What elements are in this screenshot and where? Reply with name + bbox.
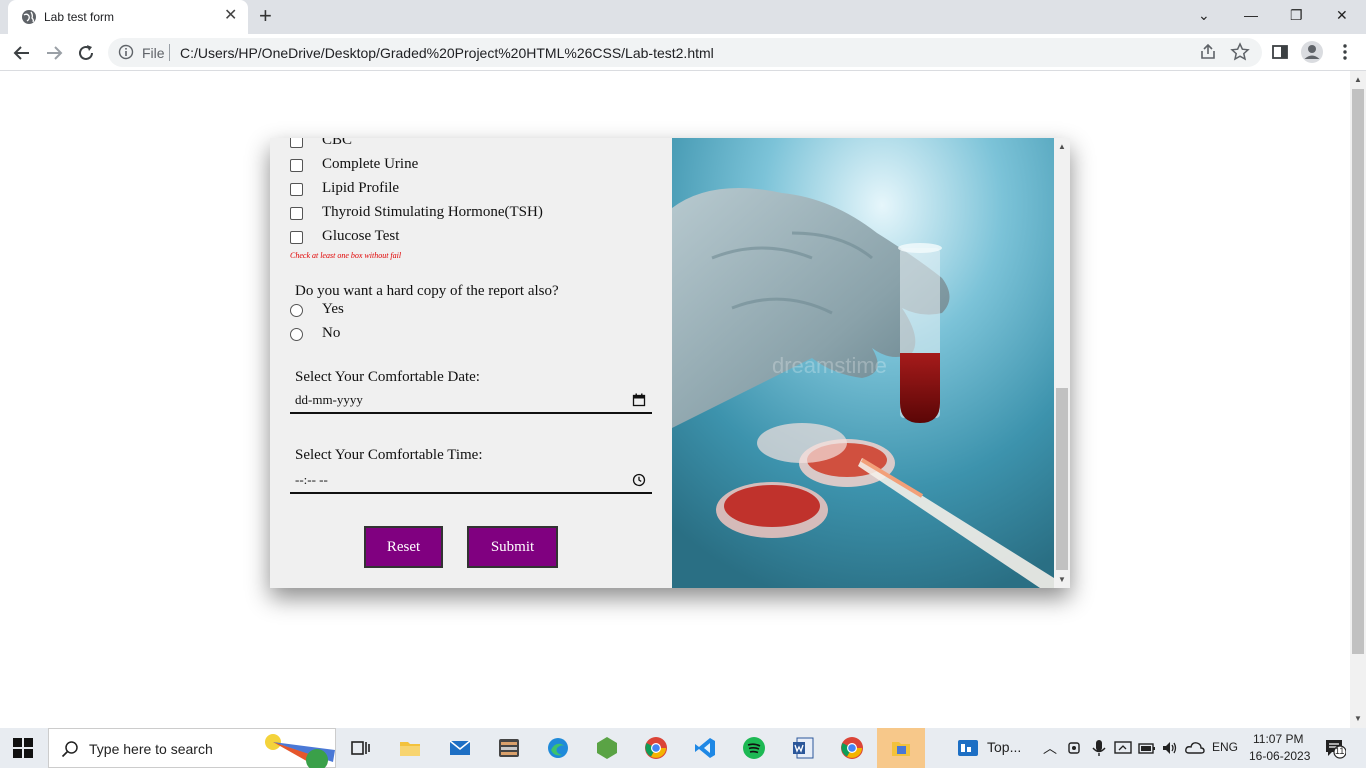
- taskbar-search-box[interactable]: Type here to search: [48, 728, 336, 768]
- form-pane: CBC Complete Urine Lipid Profile Thyroid…: [270, 138, 672, 588]
- scheme-label: File: [142, 45, 165, 61]
- chrome-icon[interactable]: [840, 736, 864, 760]
- checkbox[interactable]: [290, 207, 303, 220]
- watermark: dreamstime: [772, 353, 887, 378]
- bookmark-star-icon[interactable]: [1230, 42, 1250, 62]
- test-label: Lipid Profile: [322, 180, 400, 196]
- validation-warning: Check at least one box without fail: [290, 251, 402, 260]
- search-placeholder: Type here to search: [89, 741, 213, 757]
- lab-test-form-card: CBC Complete Urine Lipid Profile Thyroid…: [270, 138, 1070, 588]
- node-app-icon[interactable]: [595, 736, 619, 760]
- battery-icon[interactable]: [1138, 739, 1156, 757]
- edge-browser-icon[interactable]: [546, 736, 570, 760]
- page-scrollbar[interactable]: ▲ ▼: [1350, 71, 1366, 728]
- page-viewport: CBC Complete Urine Lipid Profile Thyroid…: [0, 71, 1350, 728]
- test-label: Glucose Test: [322, 228, 400, 244]
- checkbox[interactable]: [290, 231, 303, 244]
- time-input[interactable]: --:-- --: [290, 466, 652, 494]
- minimize-button[interactable]: —: [1244, 4, 1258, 26]
- date-input[interactable]: dd-mm-yyyy: [290, 386, 652, 414]
- chevron-up-icon[interactable]: ︿: [1043, 738, 1057, 758]
- browser-toolbar: File C:/Users/HP/OneDrive/Desktop/Graded…: [0, 34, 1366, 71]
- maximize-button[interactable]: ❐: [1290, 4, 1303, 26]
- info-icon[interactable]: [118, 44, 134, 60]
- radio-button[interactable]: [290, 304, 303, 317]
- scroll-thumb[interactable]: [1352, 89, 1364, 654]
- menu-kebab-icon[interactable]: [1335, 42, 1355, 62]
- calendar-icon[interactable]: [632, 393, 646, 407]
- tab-strip: Lab test form ✕ + ⌄ — ❐ ✕: [0, 0, 1366, 34]
- test-label: Thyroid Stimulating Hormone(TSH): [322, 204, 543, 220]
- tab-title: Lab test form: [44, 10, 115, 24]
- meet-now-icon[interactable]: [1066, 739, 1084, 757]
- address-bar[interactable]: File C:/Users/HP/OneDrive/Desktop/Graded…: [108, 38, 1262, 67]
- taskbar-window-label[interactable]: Top...: [987, 739, 1021, 755]
- test-label: CBC: [322, 138, 353, 148]
- word-icon[interactable]: [791, 736, 815, 760]
- media-app-icon[interactable]: [497, 736, 521, 760]
- side-panel-icon[interactable]: [1270, 42, 1290, 62]
- scroll-down-icon[interactable]: ▼: [1058, 575, 1066, 584]
- notification-count: 11: [1335, 746, 1345, 756]
- share-icon[interactable]: [1198, 42, 1218, 62]
- test-label: Complete Urine: [322, 156, 419, 172]
- windows-start-icon[interactable]: [13, 738, 33, 758]
- checkbox[interactable]: [290, 159, 303, 172]
- scroll-down-icon[interactable]: ▼: [1354, 714, 1362, 723]
- clock-icon[interactable]: [632, 473, 646, 487]
- vscode-icon[interactable]: [693, 736, 717, 760]
- new-tab-button[interactable]: +: [259, 5, 272, 27]
- globe-icon: [22, 10, 36, 24]
- form-scrollbar[interactable]: ▲ ▼: [1054, 138, 1070, 588]
- time-label: Select Your Comfortable Time:: [295, 447, 483, 463]
- url-text[interactable]: C:/Users/HP/OneDrive/Desktop/Graded%20Pr…: [180, 45, 714, 61]
- mail-icon[interactable]: [448, 736, 472, 760]
- profile-avatar-icon[interactable]: [1300, 40, 1324, 64]
- chrome-icon[interactable]: [644, 736, 668, 760]
- task-view-icon[interactable]: [348, 736, 372, 760]
- clock-date[interactable]: 16-06-2023: [1249, 749, 1310, 763]
- submit-button[interactable]: Submit: [467, 526, 558, 568]
- search-highlight-icon: [265, 734, 335, 768]
- file-explorer-icon[interactable]: [398, 736, 422, 760]
- scroll-up-icon[interactable]: ▲: [1058, 142, 1066, 151]
- close-window-button[interactable]: ✕: [1336, 4, 1348, 26]
- speaker-icon[interactable]: [1161, 739, 1179, 757]
- search-icon: [61, 741, 78, 758]
- onedrive-cloud-icon[interactable]: [1185, 739, 1205, 757]
- language-indicator[interactable]: ENG: [1212, 740, 1238, 754]
- microphone-icon[interactable]: [1090, 739, 1108, 757]
- radio-label: No: [322, 325, 341, 341]
- checkbox[interactable]: [290, 138, 303, 148]
- tab-search-icon[interactable]: ⌄: [1198, 4, 1210, 26]
- date-value: dd-mm-yyyy: [295, 392, 363, 407]
- date-label: Select Your Comfortable Date:: [295, 369, 480, 385]
- scroll-up-icon[interactable]: ▲: [1354, 75, 1362, 84]
- taskbar-window-icon[interactable]: [956, 736, 980, 760]
- radio-button[interactable]: [290, 328, 303, 341]
- spotify-icon[interactable]: [742, 736, 766, 760]
- divider: [169, 44, 170, 61]
- sticky-notes-icon: [892, 742, 910, 756]
- close-tab-icon[interactable]: ✕: [224, 7, 237, 25]
- scroll-thumb[interactable]: [1056, 388, 1068, 570]
- hardcopy-question: Do you want a hard copy of the report al…: [295, 283, 559, 299]
- active-app-highlight[interactable]: [877, 728, 925, 768]
- lab-sample-photo: dreamstime: [672, 138, 1054, 588]
- windows-taskbar: Type here to search Top... ︿ ENG 11:07 P…: [0, 728, 1366, 768]
- reset-button[interactable]: Reset: [364, 526, 443, 568]
- clock-time[interactable]: 11:07 PM: [1253, 732, 1303, 746]
- forward-icon[interactable]: [43, 42, 65, 64]
- reload-icon[interactable]: [75, 42, 97, 64]
- back-icon[interactable]: [11, 42, 33, 64]
- active-tab[interactable]: Lab test form ✕: [8, 0, 248, 34]
- display-icon[interactable]: [1114, 739, 1132, 757]
- radio-label: Yes: [322, 301, 344, 317]
- checkbox[interactable]: [290, 183, 303, 196]
- time-value: --:-- --: [295, 472, 328, 487]
- lab-photo-image: dreamstime: [672, 138, 1054, 588]
